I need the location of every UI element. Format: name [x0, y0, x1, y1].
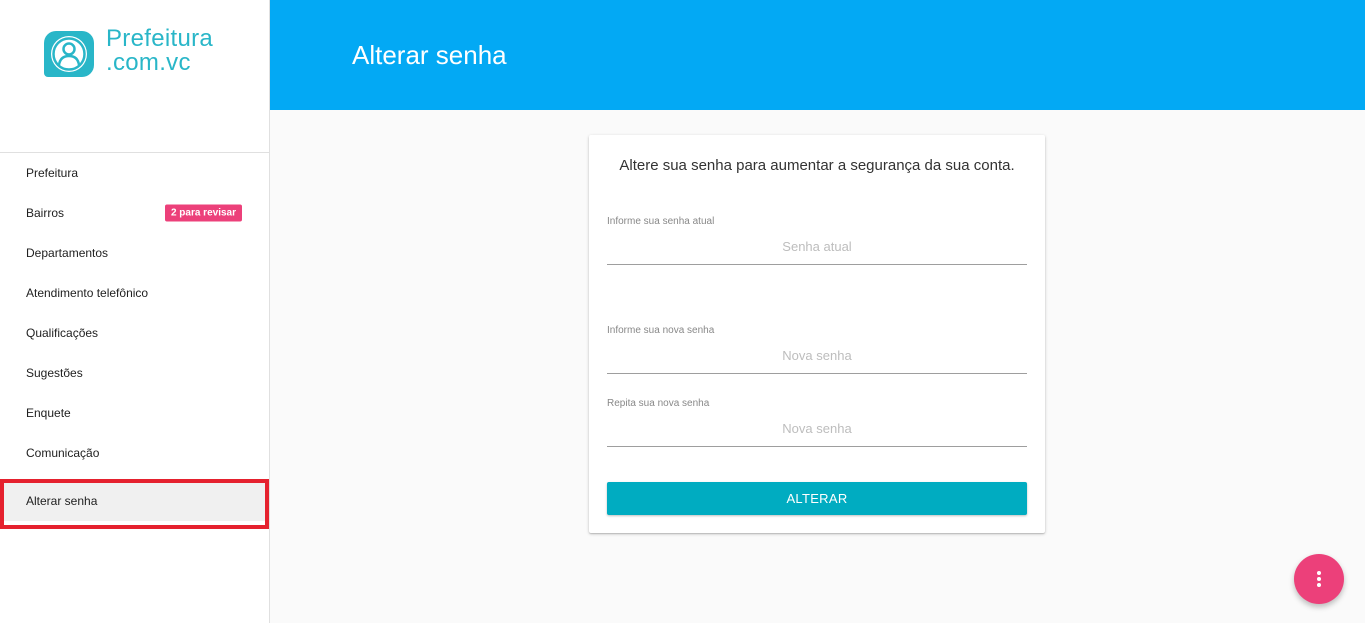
- page-title: Alterar senha: [352, 40, 507, 70]
- sidebar-item-sugestoes[interactable]: Sugestões: [0, 353, 269, 393]
- sidebar-item-label: Departamentos: [26, 246, 109, 260]
- sidebar-item-alterar-senha[interactable]: Alterar senha: [0, 481, 269, 521]
- sidebar-item-departamentos[interactable]: Departamentos: [0, 233, 269, 273]
- alterar-button[interactable]: ALTERAR: [607, 482, 1027, 515]
- sidebar-item-label: Bairros: [26, 206, 65, 220]
- more-actions-fab[interactable]: [1294, 554, 1344, 604]
- sidebar-nav: Prefeitura Bairros 2 para revisar Depart…: [0, 153, 269, 521]
- current-password-input[interactable]: [607, 229, 1027, 265]
- form-intro: Altere sua senha para aumentar a seguran…: [619, 157, 1015, 174]
- new-password-input[interactable]: [607, 338, 1027, 374]
- more-vertical-icon: [1317, 571, 1321, 587]
- sidebar-item-label: Alterar senha: [26, 494, 98, 508]
- sidebar-item-label: Comunicação: [26, 446, 100, 460]
- sidebar-item-comunicacao[interactable]: Comunicação: [0, 433, 269, 473]
- sidebar-item-bairros[interactable]: Bairros 2 para revisar: [0, 193, 269, 233]
- change-password-card: Altere sua senha para aumentar a seguran…: [589, 135, 1045, 533]
- confirm-password-field: Repita sua nova senha: [607, 393, 1027, 447]
- review-badge: 2 para revisar: [164, 204, 242, 222]
- sidebar-item-label: Atendimento telefônico: [26, 286, 149, 300]
- confirm-password-label: Repita sua nova senha: [607, 398, 710, 409]
- sidebar: Prefeitura .com.vc Prefeitura Bairros 2 …: [0, 0, 270, 623]
- new-password-field: Informe sua nova senha: [607, 320, 1027, 374]
- logo[interactable]: Prefeitura .com.vc: [42, 27, 213, 81]
- logo-text: Prefeitura .com.vc: [106, 27, 213, 75]
- sidebar-item-qualificacoes[interactable]: Qualificações: [0, 313, 269, 353]
- new-password-label: Informe sua nova senha: [607, 325, 715, 336]
- sidebar-item-prefeitura[interactable]: Prefeitura: [0, 153, 269, 193]
- sidebar-item-atendimento-telefonico[interactable]: Atendimento telefônico: [0, 273, 269, 313]
- confirm-password-input[interactable]: [607, 411, 1027, 447]
- sidebar-item-label: Sugestões: [26, 366, 83, 380]
- current-password-field: Informe sua senha atual: [607, 211, 1027, 265]
- sidebar-item-label: Qualificações: [26, 326, 99, 340]
- sidebar-item-label: Enquete: [26, 406, 71, 420]
- header-bar: Alterar senha: [270, 0, 1365, 110]
- sidebar-item-enquete[interactable]: Enquete: [0, 393, 269, 433]
- current-password-label: Informe sua senha atual: [607, 216, 715, 227]
- logo-line-1: Prefeitura: [106, 25, 214, 52]
- sidebar-item-label: Prefeitura: [26, 166, 79, 180]
- logo-line-2: .com.vc: [106, 49, 191, 76]
- user-chat-bubble-icon: [44, 31, 94, 77]
